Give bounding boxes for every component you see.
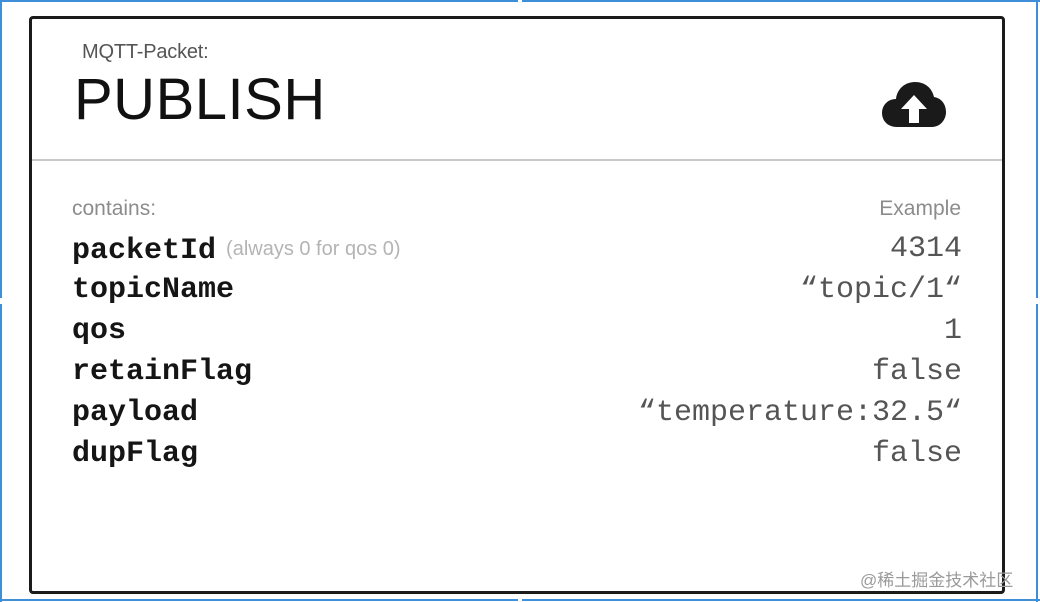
- field-example-value: 1: [943, 314, 962, 348]
- field-name-text: topicName: [72, 273, 235, 307]
- contains-heading: contains:: [72, 197, 157, 220]
- field-name-text: packetId: [72, 234, 217, 268]
- field-example-value: “temperature:32.5“: [637, 396, 962, 430]
- watermark: @稀土掘金技术社区: [860, 571, 1014, 590]
- field-name: topicName: [72, 270, 234, 310]
- frame-edge: [0, 0, 518, 2]
- example-heading: Example: [879, 197, 961, 220]
- frame-edge: [0, 599, 518, 601]
- field-name: dupFlag: [72, 434, 198, 474]
- frame-edge: [1036, 0, 1038, 298]
- field-example-value: 4314: [889, 232, 962, 266]
- field-name-text: payload: [72, 396, 199, 430]
- field-example-value: “topic/1“: [799, 273, 962, 307]
- packet-type-label: MQTT-Packet:: [82, 41, 209, 63]
- field-name-text: dupFlag: [72, 437, 199, 471]
- field-name-text: retainFlag: [72, 355, 253, 389]
- field-row: dupFlag false: [72, 434, 962, 474]
- packet-card: MQTT-Packet: PUBLISH contains: Example p…: [29, 16, 1005, 594]
- field-name: qos: [72, 311, 126, 351]
- packet-card-header: MQTT-Packet: PUBLISH: [32, 19, 1002, 161]
- field-row: payload “temperature:32.5“: [72, 393, 962, 433]
- field-name: retainFlag: [72, 352, 252, 392]
- field-example-value: false: [871, 355, 962, 389]
- field-row: topicName “topic/1“: [72, 270, 962, 310]
- frame-edge: [522, 599, 1040, 601]
- field-name: packetId (always 0 for qos 0): [72, 229, 401, 271]
- frame-edge: [0, 0, 2, 298]
- packet-title: PUBLISH: [74, 67, 326, 132]
- field-row: qos 1: [72, 311, 962, 351]
- frame-edge: [1036, 304, 1038, 602]
- field-note: (always 0 for qos 0): [226, 238, 401, 260]
- field-name-text: qos: [72, 314, 127, 348]
- field-name: payload: [72, 393, 198, 433]
- cloud-upload-icon: [882, 82, 946, 127]
- frame-edge: [0, 304, 2, 602]
- frame-edge: [522, 0, 1040, 2]
- field-example-value: false: [871, 437, 962, 471]
- field-row: packetId (always 0 for qos 0) 4314: [72, 229, 962, 269]
- field-row: retainFlag false: [72, 352, 962, 392]
